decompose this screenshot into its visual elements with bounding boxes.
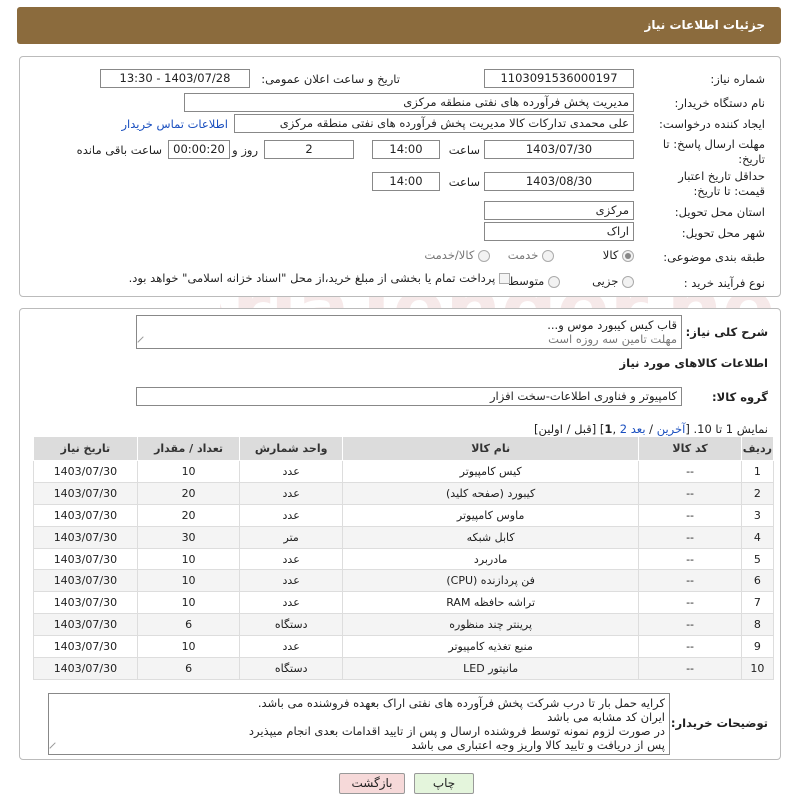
buyer-contact-link[interactable]: اطلاعات تماس خریدار [121,117,228,131]
col-qty-header: تعداد / مقدار [136,436,241,461]
remaining-label: ساعت باقی مانده [76,143,162,157]
col-date-header: تاریخ نیاز [33,436,138,461]
remaining-field: 00:00:20 [168,140,230,159]
creator-field: علی محمدی تدارکات کالا مدیریت پخش فرآورد… [234,114,634,133]
page-header: جزئیات اطلاعات نیاز [17,7,781,44]
buyer-label: نام دستگاه خریدار: [674,96,765,110]
pagination-current-page: 1 [604,422,613,436]
validity-label: حداقل تاریخ اعتبار قیمت: تا تاریخ: [678,169,765,198]
province-field: مرکزی [484,201,634,220]
buyer-notes-textarea[interactable]: کرایه حمل بار تا درب شرکت پخش فرآورده ها… [48,693,670,755]
col-row-header: ردیف [740,436,775,461]
info-panel: شماره نیاز: 1103091536000197 تاریخ و ساع… [19,56,781,297]
buyer-field: مدیریت پخش فرآورده های نفتی منطقه مرکزی [184,93,634,112]
province-label: استان محل تحویل: [674,205,765,219]
validity-time-label: ساعت [448,175,480,189]
radio-goods-icon[interactable] [622,249,634,262]
pagination-last-link[interactable]: آخرین [657,422,686,436]
validity-date-field[interactable]: 1403/08/30 [484,172,634,191]
goods-group-label: گروه کالا: [712,390,768,404]
category-option-service[interactable]: خدمت [508,248,554,262]
print-button[interactable]: چاپ [414,773,474,794]
process-option-medium[interactable]: متوسط [508,274,560,288]
announce-field: 1403/07/28 - 13:30 [100,69,250,88]
summary-label: شرح کلی نیاز: [685,325,768,339]
days-field: 2 [264,140,354,159]
summary-textarea[interactable]: قاب کیس کیبورد موس و... مهلت تامین سه رو… [136,315,682,349]
need-number-field: 1103091536000197 [484,69,634,88]
city-label: شهر محل تحویل: [681,226,765,240]
days-label: روز و [232,143,258,157]
radio-medium-icon[interactable] [548,275,560,288]
table-row: 7 -- تراشه حافظه RAM عدد 10 1403/07/30 [33,591,775,615]
pagination-page-2-link[interactable]: 2 [620,422,627,436]
table-row: 8 -- پرینتر چند منظوره دستگاه 6 1403/07/30 [33,613,775,637]
back-button[interactable]: بازگشت [339,773,405,794]
process-label: نوع فرآیند خرید : [683,276,765,290]
table-row: 1 -- کیس کامپیوتر عدد 10 1403/07/30 [33,460,775,483]
category-option-goods-service[interactable]: کالا/خدمت [424,248,490,262]
table-row: 4 -- کابل شبکه متر 30 1403/07/30 [33,525,775,549]
validity-time-field[interactable]: 14:00 [372,172,440,191]
treasury-payment-option[interactable]: پرداخت تمام یا بخشی از مبلغ خرید،از محل … [129,271,510,285]
radio-service-icon[interactable] [542,249,554,262]
goods-group-field: کامپیوتر و فناوری اطلاعات-سخت افزار [136,387,682,406]
table-row: 2 -- کیبورد (صفحه کلید) عدد 20 1403/07/30 [33,481,775,505]
table-header-row: ردیف کد کالا نام کالا واحد شمارش تعداد /… [33,436,775,461]
checkbox-icon[interactable] [499,273,510,284]
table-row: 6 -- فن پردازنده (CPU) عدد 10 1403/07/30 [33,569,775,593]
creator-label: ایجاد کننده درخواست: [659,117,765,131]
page-title: جزئیات اطلاعات نیاز [644,18,765,32]
table-row: 9 -- منبع تغذیه کامپیوتر عدد 10 1403/07/30 [33,635,775,659]
buyer-notes-label: توضیحات خریدار: [670,716,768,730]
deadline-time-field[interactable]: 14:00 [372,140,440,159]
table-row: 5 -- مادربرد عدد 10 1403/07/30 [33,547,775,571]
table-row: 10 -- مانیتور LED دستگاه 6 1403/07/30 [33,657,775,680]
deadline-time-label: ساعت [448,143,480,157]
table-row: 3 -- ماوس کامپیوتر عدد 20 1403/07/30 [33,503,775,527]
pagination: نمایش 1 تا 10. [آخرین / بعد 2 ,1] [قبل /… [533,422,768,436]
deadline-date-field[interactable]: 1403/07/30 [484,140,634,159]
category-label: طبقه بندی موضوعی: [663,250,765,264]
radio-minor-icon[interactable] [622,275,634,288]
category-option-goods[interactable]: کالا [603,248,634,262]
items-table: ردیف کد کالا نام کالا واحد شمارش تعداد /… [33,436,775,680]
announce-label: تاریخ و ساعت اعلان عمومی: [261,72,400,86]
need-number-label: شماره نیاز: [710,72,765,86]
pagination-next-link[interactable]: بعد [631,422,646,436]
goods-section-title: اطلاعات کالاهای مورد نیاز [619,356,768,370]
deadline-label: مهلت ارسال پاسخ: تا تاریخ: [662,137,765,166]
col-code-header: کد کالا [638,436,742,461]
city-field: اراک [484,222,634,241]
col-name-header: نام کالا [341,436,640,461]
process-option-minor[interactable]: جزیی [592,274,634,288]
col-unit-header: واحد شمارش [239,436,343,461]
radio-goods-service-icon[interactable] [478,249,490,262]
